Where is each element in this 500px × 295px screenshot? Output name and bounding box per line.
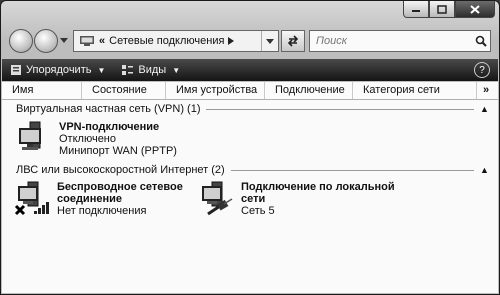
maximize-button[interactable] [429, 1, 455, 18]
chevron-down-icon: ▼ [172, 65, 181, 75]
minimize-icon [412, 10, 420, 12]
address-history-button[interactable] [261, 31, 278, 51]
breadcrumb-arrow-icon[interactable] [228, 37, 235, 45]
chevron-down-icon [60, 38, 68, 43]
column-header-connection[interactable]: Подключение [265, 82, 353, 99]
group-divider [206, 108, 474, 110]
item-name-line-1: Подключение по локальной [241, 181, 395, 193]
maximize-icon [437, 4, 447, 14]
recent-pages-button[interactable] [59, 36, 69, 46]
organize-label: Упорядочить [26, 64, 92, 76]
group-header-vpn[interactable]: Виртуальная частная сеть (VPN) (1) ▲ [2, 102, 498, 116]
collapse-caret-icon[interactable]: ▲ [480, 104, 490, 114]
item-status: Отключено [59, 133, 116, 145]
list-item[interactable]: VPN-подключение Отключено Минипорт WAN (… [16, 120, 177, 160]
item-name-line-2: сети [241, 193, 266, 205]
search-box[interactable] [309, 30, 491, 52]
command-bar: Упорядочить ▼ Виды ▼ ? [2, 59, 498, 81]
list-item[interactable]: Подключение по локальной сети Сеть 5 [198, 180, 395, 220]
item-status: Сеть 5 [241, 205, 275, 217]
column-header-status[interactable]: Состояние [82, 82, 166, 99]
list-item[interactable]: Беспроводное сетевое соединение Нет подк… [14, 180, 183, 220]
chevron-down-icon: ▼ [97, 65, 106, 75]
item-name-line-1: Беспроводное сетевое [57, 181, 183, 193]
address-bar-row: « Сетевые подключения [9, 27, 491, 55]
views-label: Виды [138, 64, 167, 76]
breadcrumb-current[interactable]: Сетевые подключения [109, 35, 224, 47]
organize-button[interactable]: Упорядочить ▼ [2, 59, 113, 81]
views-button[interactable]: Виды ▼ [113, 59, 188, 81]
refresh-button[interactable] [281, 30, 305, 52]
minimize-button[interactable] [403, 1, 429, 18]
wireless-network-disconnected-icon [14, 180, 54, 220]
item-details: Беспроводное сетевое соединение Нет подк… [57, 180, 183, 220]
help-button[interactable]: ? [474, 62, 490, 78]
group-header-lan[interactable]: ЛВС или высокоскоростной Интернет (2) ▲ [2, 163, 498, 177]
collapse-caret-icon[interactable]: ▲ [480, 165, 490, 175]
search-icon[interactable] [472, 35, 490, 47]
file-list: Имя Состояние Имя устройства Подключение… [2, 82, 498, 293]
column-header-category[interactable]: Категория сети [353, 82, 477, 99]
network-folder-icon [80, 36, 94, 46]
column-header-name[interactable]: Имя [2, 82, 82, 99]
item-name-line-2: соединение [57, 193, 122, 205]
item-device: Минипорт WAN (PPTP) [59, 145, 177, 157]
close-icon [470, 4, 480, 14]
back-button[interactable] [9, 29, 33, 53]
explorer-window: « Сетевые подключения Упорядо [0, 0, 500, 295]
refresh-icon [287, 35, 299, 47]
address-field[interactable]: « Сетевые подключения [73, 30, 279, 52]
more-columns-button[interactable]: » [477, 82, 495, 99]
item-details: Подключение по локальной сети Сеть 5 [241, 180, 395, 220]
chevron-down-icon [266, 38, 274, 44]
group-title: Виртуальная частная сеть (VPN) (1) [16, 103, 201, 115]
forward-button[interactable] [34, 29, 58, 53]
column-header-device[interactable]: Имя устройства [166, 82, 265, 99]
column-headers: Имя Состояние Имя устройства Подключение… [2, 82, 498, 100]
group-title: ЛВС или высокоскоростной Интернет (2) [16, 164, 225, 176]
breadcrumb-root-chevron[interactable]: « [99, 35, 105, 47]
group-divider [230, 169, 474, 171]
item-status: Нет подключения [57, 205, 147, 217]
search-input[interactable] [316, 35, 472, 47]
close-button[interactable] [455, 1, 495, 18]
vpn-connection-icon [16, 120, 56, 160]
item-details: VPN-подключение Отключено Минипорт WAN (… [59, 120, 177, 160]
lan-connection-icon [198, 180, 238, 220]
caption-buttons [403, 1, 495, 18]
item-name: VPN-подключение [59, 121, 160, 133]
views-icon [121, 64, 134, 76]
organize-icon [10, 64, 22, 76]
